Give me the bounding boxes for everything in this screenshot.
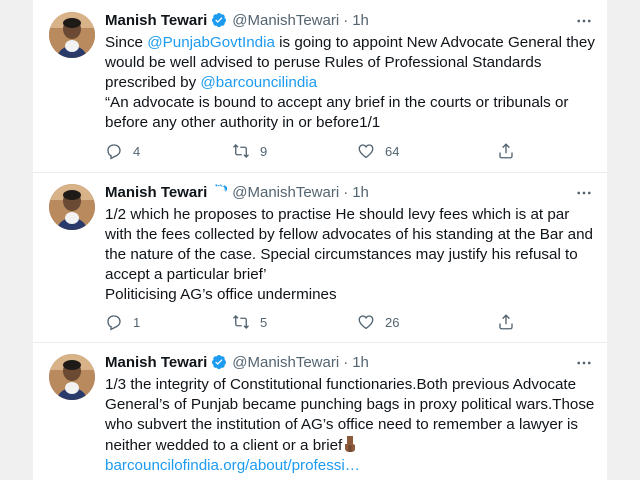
tweet-timestamp[interactable]: 1h <box>352 12 369 29</box>
text-segment: Since <box>105 34 148 51</box>
like-count: 26 <box>385 314 400 330</box>
like-button[interactable]: 26 <box>357 313 399 331</box>
retweet-icon <box>233 315 249 329</box>
reply-button[interactable]: 4 <box>105 142 140 160</box>
author-handle[interactable]: @ManishTewari <box>232 12 339 29</box>
reply-icon <box>107 144 121 160</box>
author-handle[interactable]: @ManishTewari <box>232 354 339 371</box>
more-dots-icon[interactable] <box>575 184 593 202</box>
tweet-actions: 1 5 26 <box>105 311 525 333</box>
external-link[interactable]: barcouncilofindia.org/about/professi… <box>105 457 360 474</box>
tweet-feed: Manish Tewari @ManishTewari · 1h Since @… <box>33 0 607 480</box>
mention-link[interactable]: @barcouncilindia <box>200 74 317 91</box>
tweet[interactable]: Manish Tewari @ManishTewari · 1h Since @… <box>33 0 607 173</box>
more-dots-icon[interactable] <box>575 12 593 30</box>
avatar[interactable] <box>49 184 95 230</box>
avatar[interactable] <box>49 12 95 58</box>
retweet-button[interactable]: 5 <box>232 313 267 331</box>
author-name[interactable]: Manish Tewari <box>105 354 207 371</box>
verified-badge-icon <box>215 184 228 195</box>
tweet[interactable]: Manish Tewari @ManishTewari · 1h 1/3 the… <box>33 342 607 480</box>
author-name[interactable]: Manish Tewari <box>105 184 207 201</box>
heart-icon <box>358 144 374 159</box>
tweet[interactable]: Manish Tewari @ManishTewari · 1h 1/2 whi… <box>33 172 607 343</box>
verified-badge-icon <box>212 13 227 28</box>
heart-icon <box>358 315 374 330</box>
verified-badge-icon <box>212 355 227 370</box>
retweet-count: 5 <box>260 314 268 330</box>
author-name[interactable]: Manish Tewari <box>105 12 207 29</box>
share-button[interactable] <box>497 142 525 160</box>
point-down-hand-emoji <box>345 436 356 452</box>
retweet-count: 9 <box>260 143 268 159</box>
like-count: 64 <box>385 143 400 159</box>
reply-count: 4 <box>133 143 141 159</box>
reply-button[interactable]: 1 <box>105 313 140 331</box>
share-icon <box>499 143 513 159</box>
mention-link[interactable]: @PunjabGovtIndia <box>147 34 275 51</box>
reply-count: 1 <box>133 314 141 330</box>
tweet-timestamp[interactable]: 1h <box>352 354 369 371</box>
tweet-header: Manish Tewari @ManishTewari · 1h <box>105 10 369 30</box>
avatar[interactable] <box>49 354 95 400</box>
tweet-actions: 4 9 64 <box>105 140 525 162</box>
tweet-text-line: Politicising AG’s office undermines <box>105 286 337 303</box>
quote-text: “An advocate is bound to accept any brie… <box>105 94 569 131</box>
share-icon <box>499 314 513 330</box>
like-button[interactable]: 64 <box>357 142 399 160</box>
separator-dot: · <box>343 353 349 371</box>
author-handle[interactable]: @ManishTewari <box>232 184 339 201</box>
separator-dot: · <box>343 11 349 29</box>
tweet-header: Manish Tewari @ManishTewari · 1h <box>105 182 369 202</box>
share-button[interactable] <box>497 313 525 331</box>
tweet-text: 1/2 which he proposes to practise He sho… <box>105 205 595 305</box>
tweet-timestamp[interactable]: 1h <box>352 184 369 201</box>
more-dots-icon[interactable] <box>575 354 593 372</box>
reply-icon <box>107 315 121 331</box>
tweet-header: Manish Tewari @ManishTewari · 1h <box>105 352 369 372</box>
tweet-text: 1/3 the integrity of Constitutional func… <box>105 375 595 476</box>
separator-dot: · <box>343 183 349 201</box>
tweet-text: Since @PunjabGovtIndia is going to appoi… <box>105 33 595 133</box>
retweet-button[interactable]: 9 <box>232 142 267 160</box>
tweet-text-line: 1/2 which he proposes to practise He sho… <box>105 206 593 283</box>
retweet-icon <box>233 144 249 158</box>
